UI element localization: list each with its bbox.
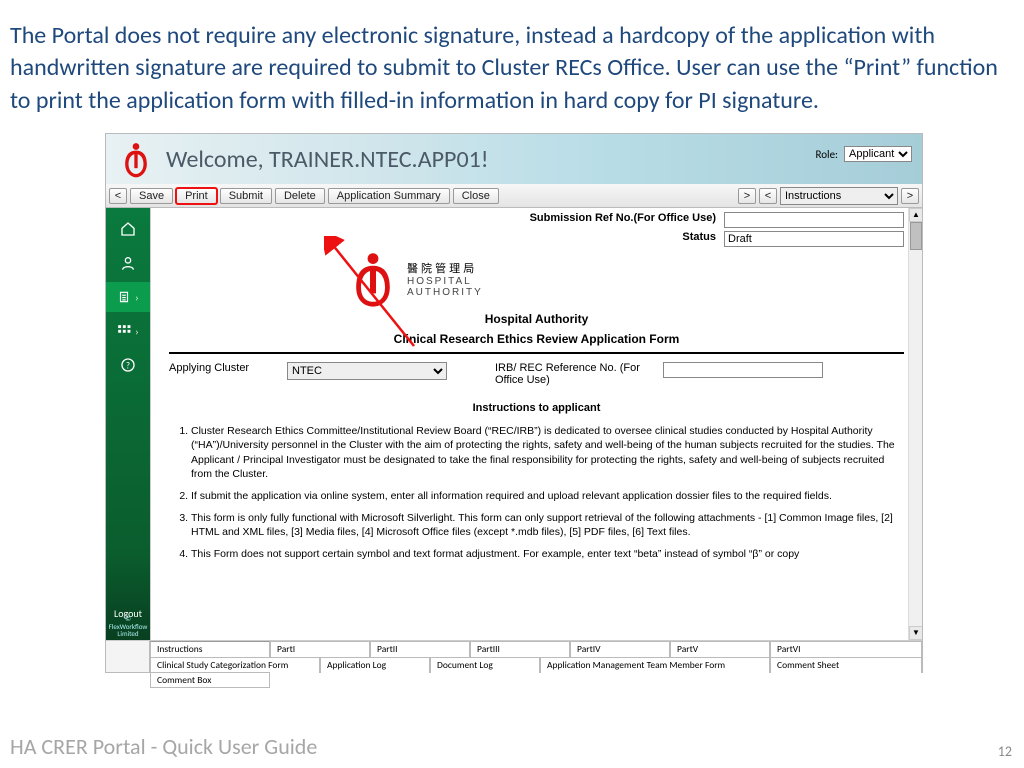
role-label: Role: <box>816 148 839 161</box>
org-name-cn: 醫 院 管 理 局 <box>407 260 483 276</box>
banner: Welcome, TRAINER.NTEC.APP01! Role: Appli… <box>106 134 922 184</box>
clipboard-icon[interactable]: › <box>106 282 150 312</box>
tab-part2[interactable]: PartII <box>370 641 470 657</box>
tab-doc-log[interactable]: Document Log <box>430 657 540 673</box>
instruction-item: If submit the application via online sys… <box>191 489 904 503</box>
footer-title: HA CRER Portal - Quick User Guide <box>10 733 317 760</box>
org-name-en2: AUTHORITY <box>407 287 483 298</box>
tab-part3[interactable]: PartIII <box>470 641 570 657</box>
instructions-header: Instructions to applicant <box>169 402 904 414</box>
cluster-select[interactable]: NTEC <box>287 362 447 380</box>
save-button[interactable]: Save <box>130 188 173 204</box>
tab-comment-sheet[interactable]: Comment Sheet <box>770 657 922 673</box>
intro-paragraph: The Portal does not require any electron… <box>0 0 1024 125</box>
submit-button[interactable]: Submit <box>220 188 272 204</box>
section-dropdown[interactable]: Instructions <box>780 187 898 205</box>
tab-row-1: Instructions PartI PartII PartIII PartIV… <box>106 641 922 657</box>
grid-icon[interactable]: › <box>109 316 147 346</box>
tab-part4[interactable]: PartIV <box>570 641 670 657</box>
chevron-right-icon: › <box>135 291 138 304</box>
tab-instructions[interactable]: Instructions <box>150 641 270 657</box>
nav-prev2-button[interactable]: < <box>759 188 777 204</box>
instructions-list: Cluster Research Ethics Committee/Instit… <box>169 424 904 561</box>
instruction-item: Cluster Research Ethics Committee/Instit… <box>191 424 904 481</box>
tab-part5[interactable]: PartV <box>670 641 770 657</box>
nav-next2-button[interactable]: > <box>901 188 919 204</box>
sub-ref-label: Submission Ref No.(For Office Use) <box>530 212 716 228</box>
role-dropdown[interactable]: Applicant <box>844 146 912 162</box>
org-name-en1: HOSPITAL <box>407 276 483 287</box>
delete-button[interactable]: Delete <box>275 188 325 204</box>
toolbar: < Save Print Submit Delete Application S… <box>106 184 922 208</box>
sidebar: › › ? Logout © FlexWorkflow Limited <box>106 208 150 640</box>
org-logo-block: 醫 院 管 理 局 HOSPITAL AUTHORITY <box>349 250 904 308</box>
app-summary-button[interactable]: Application Summary <box>328 188 450 204</box>
tab-part1[interactable]: PartI <box>270 641 370 657</box>
scroll-thumb[interactable] <box>910 222 922 250</box>
sub-ref-input[interactable] <box>724 212 904 228</box>
portal-screenshot: Welcome, TRAINER.NTEC.APP01! Role: Appli… <box>105 133 923 673</box>
status-input[interactable] <box>724 231 904 247</box>
tab-part6[interactable]: PartVI <box>770 641 922 657</box>
org-name: 醫 院 管 理 局 HOSPITAL AUTHORITY <box>407 260 483 298</box>
role-selector: Role: Applicant <box>816 146 913 162</box>
nav-next-button[interactable]: > <box>738 188 756 204</box>
slide-footer: HA CRER Portal - Quick User Guide 12 <box>10 733 1012 760</box>
instruction-item: This Form does not support certain symbo… <box>191 547 904 561</box>
svg-text:?: ? <box>126 362 130 372</box>
home-icon[interactable] <box>109 214 147 244</box>
nav-prev-button[interactable]: < <box>109 188 127 204</box>
page-number: 12 <box>998 743 1012 760</box>
tab-team-form[interactable]: Application Management Team Member Form <box>540 657 770 673</box>
copyright-text: © FlexWorkflow Limited <box>106 615 150 638</box>
ha-logo-icon <box>349 250 397 308</box>
welcome-text: Welcome, TRAINER.NTEC.APP01! <box>166 145 489 174</box>
instruction-item: This form is only fully functional with … <box>191 511 904 539</box>
tab-csc-form[interactable]: Clinical Study Categorization Form <box>150 657 320 673</box>
scrollbar[interactable]: ▲ ▼ <box>908 208 922 640</box>
print-button[interactable]: Print <box>176 188 217 204</box>
irb-label: IRB/ REC Reference No. (For Office Use) <box>495 362 645 386</box>
scroll-up-icon[interactable]: ▲ <box>909 208 922 222</box>
tab-comment-box[interactable]: Comment Box <box>150 672 270 688</box>
tab-strip: Instructions PartI PartII PartIII PartIV… <box>106 640 922 672</box>
form-title: Clinical Research Ethics Review Applicat… <box>169 332 904 346</box>
scroll-down-icon[interactable]: ▼ <box>909 626 922 640</box>
status-label: Status <box>682 231 716 247</box>
tab-row-3: Comment Box <box>150 672 270 688</box>
tab-row-2: Clinical Study Categorization Form Appli… <box>106 657 922 673</box>
form-content: Submission Ref No.(For Office Use) Statu… <box>150 208 922 640</box>
ha-logo-icon <box>114 139 158 179</box>
close-button[interactable]: Close <box>453 188 499 204</box>
irb-input[interactable] <box>663 362 823 378</box>
cluster-row: Applying Cluster NTEC IRB/ REC Reference… <box>169 362 904 386</box>
hospital-title: Hospital Authority <box>169 312 904 326</box>
cluster-label: Applying Cluster <box>169 362 269 374</box>
help-icon[interactable]: ? <box>109 350 147 380</box>
tab-app-log[interactable]: Application Log <box>320 657 430 673</box>
user-icon[interactable] <box>109 248 147 278</box>
divider <box>169 352 904 354</box>
chevron-right-icon: › <box>135 325 138 338</box>
